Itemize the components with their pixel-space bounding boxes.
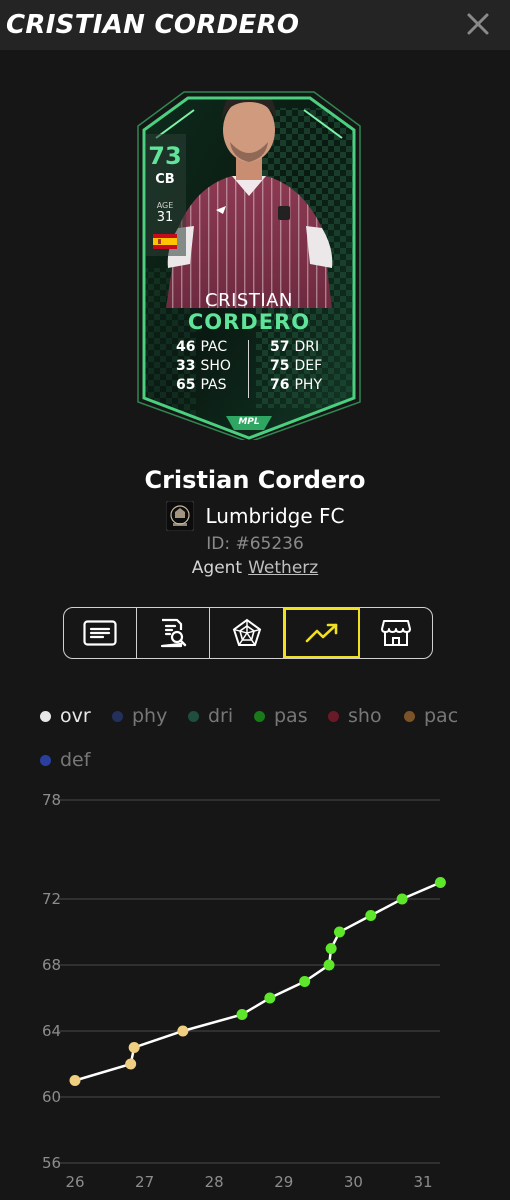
card-ovr-rating: 73 (148, 142, 182, 170)
data-point (69, 1075, 81, 1086)
card-stat-phy: 76 PHY (270, 377, 323, 393)
progression-chart-icon (305, 623, 338, 643)
legend-dot (112, 710, 123, 722)
card-frame (137, 91, 361, 440)
player-tabs (63, 607, 433, 659)
y-tick-label: 78 (42, 791, 61, 809)
legend-item-phy[interactable]: phy (112, 705, 167, 727)
club-crest-icon (165, 501, 194, 531)
data-point (333, 926, 345, 938)
spain-flag-icon (153, 234, 177, 249)
legend-dot (404, 710, 415, 722)
club-row[interactable]: Lumbridge FC (0, 501, 510, 531)
data-point (396, 893, 408, 905)
x-tick-label: 28 (205, 1173, 224, 1191)
player-name: Cristian Cordero (144, 466, 366, 494)
tab-scout-report[interactable] (137, 608, 211, 658)
data-point (325, 943, 337, 954)
card-stat-pas: 65 PAS (176, 377, 227, 393)
card-stat-divider (248, 340, 249, 398)
card-stat-sho: 33 SHO (176, 358, 231, 374)
legend-item-pac[interactable]: pac (404, 705, 458, 727)
legend-dot (40, 710, 51, 722)
page-title: CRISTIAN CORDERO (6, 10, 300, 40)
ovr-progression-chart: 78 72 68 64 60 5626 27 28 29 30 31 (42, 791, 446, 1191)
legend-dot (40, 754, 51, 766)
card-stat-def: 75 DEF (270, 358, 323, 374)
card-stat-dri: 57 DRI (270, 339, 320, 355)
y-tick-label: 60 (42, 1088, 61, 1106)
x-tick-label: 29 (274, 1173, 293, 1191)
card-age-label: AGE (156, 201, 174, 210)
legend-item-def[interactable]: def (40, 749, 90, 771)
x-tick-label: 27 (135, 1173, 154, 1191)
card-stat-pac: 46 PAC (176, 339, 228, 355)
x-tick-label: 31 (413, 1173, 432, 1191)
x-tick-label: 30 (344, 1173, 363, 1191)
card-position: CB (155, 172, 175, 187)
data-point (434, 877, 446, 888)
data-point (365, 910, 377, 921)
card-age: 31 (156, 210, 174, 225)
data-point (323, 959, 335, 971)
data-point (236, 1009, 248, 1020)
y-tick-label: 56 (42, 1154, 61, 1172)
y-tick-label: 64 (42, 1022, 61, 1040)
y-tick-label: 68 (42, 956, 61, 974)
legend-dot (328, 710, 339, 722)
legend-dot (254, 710, 265, 722)
x-tick-label: 26 (65, 1173, 84, 1191)
tab-progression[interactable] (283, 608, 360, 658)
player-card: 73 CB AGE 31 CRISTIAN CORDERO 46 PAC 33 SH… (136, 68, 362, 440)
agent-link[interactable]: Wetherz (248, 558, 318, 578)
data-point (299, 976, 311, 987)
details-icon (83, 620, 117, 646)
tab-market[interactable] (360, 608, 432, 658)
legend-dot (188, 710, 199, 722)
data-point (177, 1025, 189, 1037)
club-name: Lumbridge FC (205, 504, 345, 528)
data-point (125, 1058, 137, 1070)
data-point (128, 1042, 140, 1053)
legend-item-pas[interactable]: pas (254, 705, 308, 727)
card-first-name: CRISTIAN (205, 290, 293, 311)
header-bar: CRISTIAN CORDERO (0, 0, 510, 50)
scout-report-icon (161, 618, 187, 648)
close-icon[interactable] (466, 12, 490, 36)
legend-item-sho[interactable]: sho (328, 705, 382, 727)
agent-label: Agent (191, 558, 243, 578)
legend-item-ovr[interactable]: ovr (40, 705, 91, 727)
card-last-name: CORDERO (187, 310, 311, 334)
legend-item-dri[interactable]: dri (188, 705, 233, 727)
y-tick-label: 72 (42, 890, 61, 908)
market-icon (380, 620, 411, 646)
tab-details[interactable] (64, 608, 138, 658)
attributes-radar-icon (232, 618, 261, 646)
data-point (264, 992, 276, 1004)
league-logo: MPL (238, 417, 260, 427)
player-id: ID: #65236 (206, 534, 304, 554)
agent-row: Agent Wetherz (0, 558, 510, 578)
tab-attributes[interactable] (210, 608, 284, 658)
